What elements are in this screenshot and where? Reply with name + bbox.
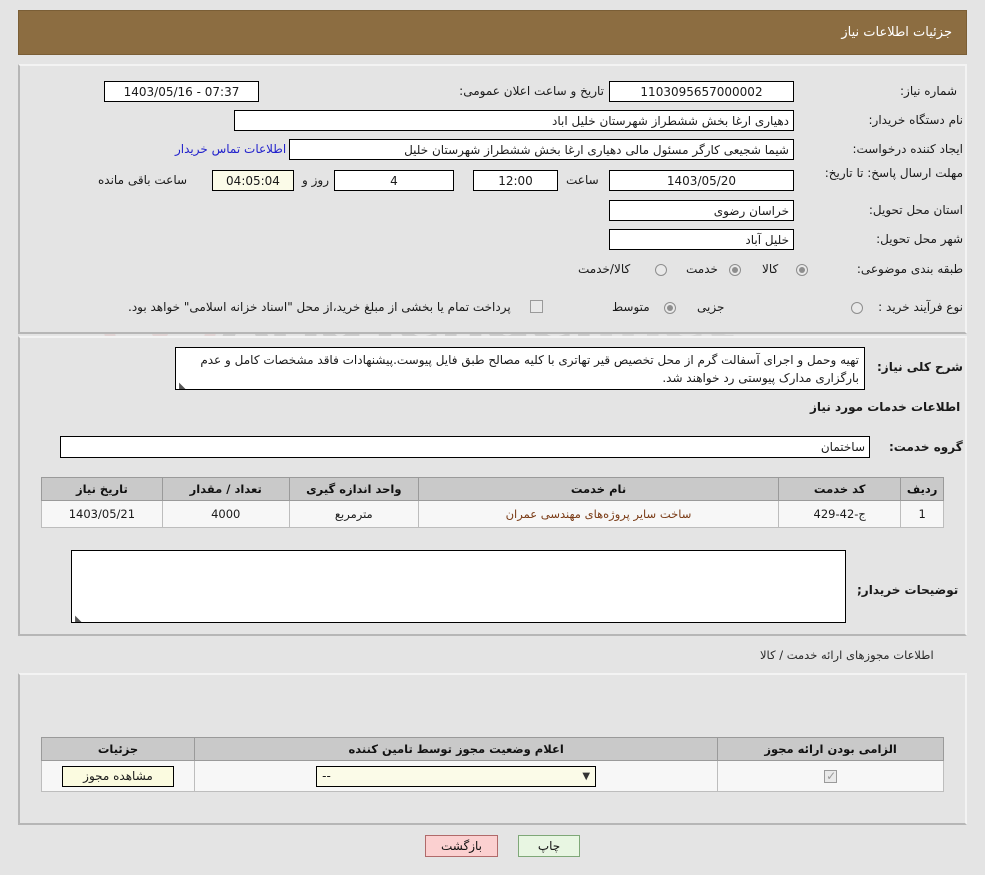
remaining-hours-value: 04:05:04 [212,170,294,191]
services-table-header-row: ردیف کد خدمت نام خدمت واحد اندازه گیری ت… [41,477,944,501]
view-permit-button[interactable]: مشاهده مجوز [62,765,174,787]
permits-cell-status: ▼ -- [193,760,719,792]
process-option-label-1: متوسط [612,300,650,314]
buyer-notes-label: توضیحات خریدار; [857,583,959,597]
city-label: شهر محل تحویل: [876,232,963,246]
process-radio-jozee[interactable] [664,302,676,314]
treasury-checkbox[interactable] [530,300,543,313]
permits-cell-details: مشاهده مجوز [41,760,195,792]
city-value: خلیل آباد [609,229,794,250]
announce-datetime-label: تاریخ و ساعت اعلان عمومی: [459,84,604,98]
process-radio-first[interactable] [851,302,863,314]
category-radio-khedmat[interactable] [729,264,741,276]
permits-table-header-row: الزامی بودن ارائه مجوز اعلام وضعیت مجوز … [41,737,944,761]
page-title: جزئیات اطلاعات نیاز [841,25,952,40]
service-group-label: گروه خدمت: [889,440,963,454]
process-type-label: نوع فرآیند خرید : [878,300,963,314]
permits-table: الزامی بودن ارائه مجوز اعلام وضعیت مجوز … [41,737,944,792]
permits-col-required: الزامی بودن ارائه مجوز [717,737,944,761]
category-radio-kala-khedmat[interactable] [655,264,667,276]
permits-section-title: اطلاعات مجوزهای ارائه خدمت / کالا [760,648,934,662]
services-cell-row: 1 [900,500,944,528]
permit-required-checkbox [824,769,838,783]
service-group-value: ساختمان [60,436,870,458]
province-label: استان محل تحویل: [868,203,963,217]
services-col-qty: تعداد / مقدار [161,477,290,501]
requester-value: شیما شجیعی کارگر مسئول مالی دهیاری ارغا … [289,139,794,160]
permits-col-status: اعلام وضعیت مجوز توسط تامین کننده [193,737,719,761]
table-row: 1 ج-42-429 ساخت سایر پروژه‌های مهندسی عم… [41,500,944,528]
services-col-unit: واحد اندازه گیری [288,477,419,501]
need-summary-label: شرح کلی نیاز: [877,360,963,374]
buyer-contact-link[interactable]: اطلاعات تماس خریدار [175,142,286,156]
announce-datetime-value: 1403/05/16 - 07:37 [104,81,259,102]
services-col-name: نام خدمت [417,477,780,501]
services-cell-date: 1403/05/21 [41,500,163,528]
deadline-date-value: 1403/05/20 [609,170,794,191]
remaining-days-label: روز و [302,173,329,187]
need-number-value: 1103095657000002 [609,81,794,102]
chevron-down-icon: ▼ [582,770,591,782]
services-table: ردیف کد خدمت نام خدمت واحد اندازه گیری ت… [41,477,944,528]
remaining-hours-label: ساعت باقی مانده [98,173,188,187]
need-number-label: شماره نیاز: [900,84,957,98]
permit-status-dropdown[interactable]: ▼ -- [316,765,597,787]
process-option-label-0: جزیی [697,300,725,314]
need-info-panel [18,64,967,334]
table-row: ▼ -- مشاهده مجوز [41,760,944,792]
treasury-note: پرداخت تمام یا بخشی از مبلغ خرید،از محل … [128,300,511,314]
permits-col-details: جزئیات [41,737,195,761]
buyer-notes-textbox[interactable]: ◢ [71,550,846,623]
province-value: خراسان رضوی [609,200,794,221]
resize-handle-icon[interactable]: ◢ [179,378,189,389]
deadline-label: مهلت ارسال پاسخ: تا تاریخ: [825,166,963,180]
need-summary-text: تهیه وحمل و اجرای آسفالت گرم از محل تخصی… [200,353,859,385]
buyer-org-label: نام دستگاه خریدار: [868,113,964,127]
services-col-date: تاریخ نیاز [41,477,163,501]
remaining-days-value: 4 [334,170,454,191]
deadline-time-value: 12:00 [473,170,558,191]
back-button[interactable]: بازگشت [425,835,498,857]
page-header-bar: جزئیات اطلاعات نیاز [18,10,967,55]
services-col-row: ردیف [900,477,944,501]
services-cell-code: ج-42-429 [778,500,902,528]
services-cell-qty: 4000 [161,500,290,528]
services-cell-name: ساخت سایر پروژه‌های مهندسی عمران [417,500,780,528]
services-section-title: اطلاعات خدمات مورد نیاز [810,400,961,414]
permit-status-value: -- [322,769,331,783]
category-radio-kala[interactable] [796,264,808,276]
category-option-label-0: کالا [762,262,779,276]
resize-handle-icon[interactable]: ◢ [75,611,85,622]
requester-label: ایجاد کننده درخواست: [852,142,963,156]
category-label: طبقه بندی موضوعی: [856,262,963,276]
category-option-label-1: خدمت [686,262,718,276]
print-button[interactable]: چاپ [518,835,580,857]
services-col-code: کد خدمت [778,477,902,501]
services-cell-unit: مترمربع [288,500,419,528]
need-summary-textbox[interactable]: تهیه وحمل و اجرای آسفالت گرم از محل تخصی… [175,347,865,390]
deadline-time-label: ساعت [566,173,599,187]
buyer-org-value: دهیاری ارغا بخش ششطراز شهرستان خلیل اباد [234,110,794,131]
category-option-label-2: کالا/خدمت [578,262,631,276]
permits-cell-required [717,760,944,792]
